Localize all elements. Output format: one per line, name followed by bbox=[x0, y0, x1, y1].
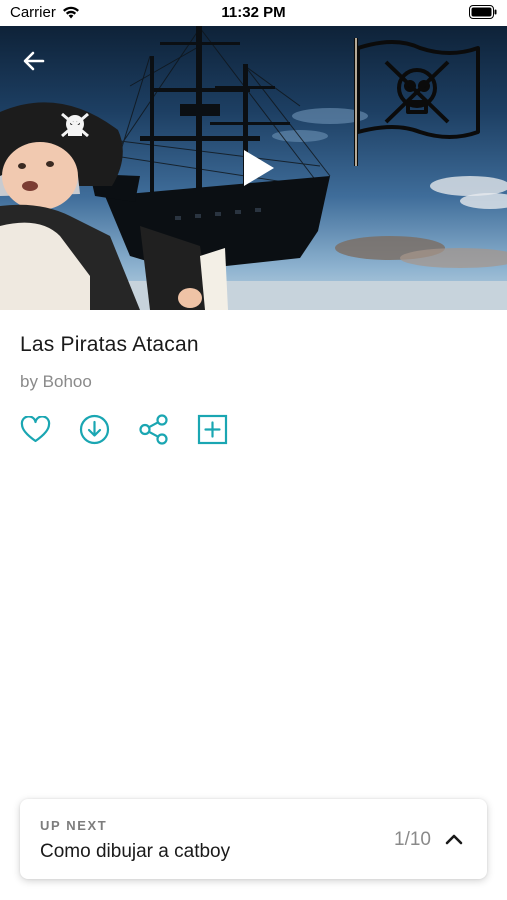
status-bar: Carrier 11:32 PM bbox=[0, 0, 507, 26]
heart-icon bbox=[20, 415, 51, 442]
share-button[interactable] bbox=[138, 414, 169, 445]
up-next-title: Como dibujar a catboy bbox=[40, 841, 231, 862]
video-thumbnail[interactable] bbox=[0, 26, 507, 310]
status-time: 11:32 PM bbox=[221, 4, 286, 21]
add-to-list-button[interactable] bbox=[197, 414, 228, 445]
back-button[interactable] bbox=[18, 46, 52, 76]
pirate-flag-icon bbox=[354, 38, 480, 166]
play-button[interactable] bbox=[238, 146, 278, 190]
share-icon bbox=[139, 414, 168, 445]
back-arrow-icon bbox=[23, 51, 45, 71]
like-button[interactable] bbox=[20, 414, 51, 445]
video-title: Las Piratas Atacan bbox=[20, 333, 199, 356]
up-next-card[interactable]: UP NEXT Como dibujar a catboy 1/10 bbox=[20, 799, 487, 879]
play-icon bbox=[244, 150, 274, 186]
chevron-up-icon[interactable] bbox=[445, 832, 463, 846]
up-next-label: UP NEXT bbox=[40, 818, 108, 833]
up-next-count: 1/10 bbox=[394, 829, 431, 850]
battery-icon bbox=[469, 5, 497, 23]
download-button[interactable] bbox=[79, 414, 110, 445]
download-icon bbox=[79, 414, 110, 445]
action-row bbox=[20, 414, 228, 445]
video-author: by Bohoo bbox=[20, 372, 92, 391]
add-square-icon bbox=[197, 414, 228, 445]
